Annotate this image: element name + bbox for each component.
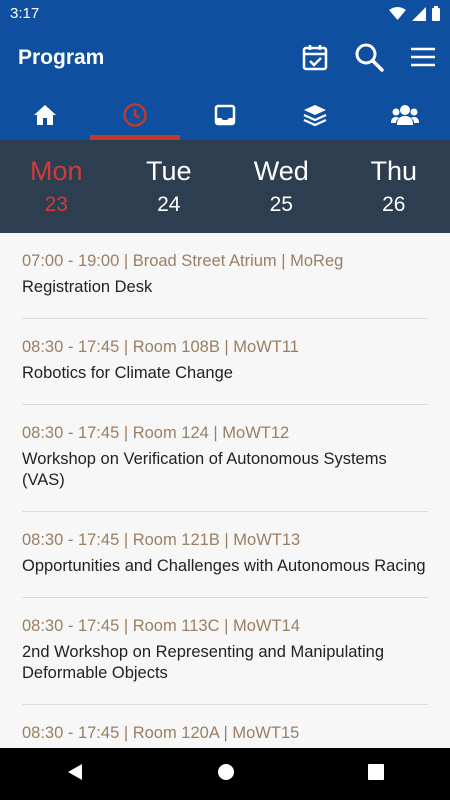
session-meta: 08:30 - 17:45 | Room 108B | MoWT11 bbox=[22, 338, 299, 356]
session-meta: 08:30 - 17:45 | Room 113C | MoWT14 bbox=[22, 617, 300, 635]
clock-icon bbox=[123, 103, 147, 127]
session-item[interactable]: 08:30 - 17:45 | Room 113C | MoWT14 2nd W… bbox=[22, 598, 428, 705]
session-title: Robotics for Climate Change bbox=[22, 364, 233, 382]
session-title: Workshop on Verification of Autonomous S… bbox=[22, 450, 387, 489]
battery-icon bbox=[432, 6, 440, 21]
session-meta: 08:30 - 17:45 | Room 120A | MoWT15 bbox=[22, 724, 300, 742]
session-meta: 08:30 - 17:45 | Room 121B | MoWT13 bbox=[22, 531, 301, 549]
session-title: 2nd Workshop on Representing and Manipul… bbox=[22, 643, 385, 682]
session-item[interactable]: 08:30 - 17:45 | Room 120A | MoWT15 bbox=[22, 705, 428, 748]
back-icon[interactable] bbox=[66, 763, 84, 786]
day-date: 26 bbox=[382, 193, 406, 216]
session-item[interactable]: 08:30 - 17:45 | Room 121B | MoWT13 Oppor… bbox=[22, 512, 428, 598]
app-bar: Program bbox=[0, 28, 450, 90]
wifi-icon bbox=[389, 6, 406, 20]
tab-inbox[interactable] bbox=[180, 90, 270, 140]
session-title: Opportunities and Challenges with Autono… bbox=[22, 557, 426, 575]
day-selector: Mon 23 Tue 24 Wed 25 Thu 26 bbox=[0, 140, 450, 233]
signal-icon bbox=[412, 6, 426, 21]
day-wed[interactable]: Wed 25 bbox=[225, 140, 338, 233]
day-mon[interactable]: Mon 23 bbox=[0, 140, 113, 233]
day-name: Wed bbox=[253, 156, 309, 186]
day-date: 24 bbox=[157, 193, 181, 216]
layers-icon bbox=[303, 105, 327, 127]
status-icons bbox=[389, 6, 440, 21]
day-name: Thu bbox=[370, 156, 418, 186]
system-nav-bar bbox=[0, 748, 450, 800]
session-item[interactable]: 07:00 - 19:00 | Broad Street Atrium | Mo… bbox=[22, 233, 428, 319]
session-item[interactable]: 08:30 - 17:45 | Room 108B | MoWT11 Robot… bbox=[22, 319, 428, 405]
session-list[interactable]: 07:00 - 19:00 | Broad Street Atrium | Mo… bbox=[0, 233, 450, 748]
tab-layers[interactable] bbox=[270, 90, 360, 140]
status-time: 3:17 bbox=[10, 5, 40, 22]
day-tue[interactable]: Tue 24 bbox=[113, 140, 226, 233]
tab-home[interactable] bbox=[0, 90, 90, 140]
menu-icon[interactable] bbox=[408, 42, 438, 72]
inbox-icon bbox=[214, 104, 236, 126]
recents-icon[interactable] bbox=[367, 763, 384, 785]
session-meta: 08:30 - 17:45 | Room 124 | MoWT12 bbox=[22, 424, 290, 442]
calendar-check-icon[interactable] bbox=[300, 42, 330, 72]
page-title: Program bbox=[18, 46, 105, 69]
day-name: Tue bbox=[145, 156, 192, 186]
status-bar: 3:17 bbox=[0, 0, 450, 28]
session-item[interactable]: 08:30 - 17:45 | Room 124 | MoWT12 Worksh… bbox=[22, 405, 428, 512]
day-thu[interactable]: Thu 26 bbox=[338, 140, 450, 233]
day-date: 25 bbox=[269, 193, 293, 216]
session-meta: 07:00 - 19:00 | Broad Street Atrium | Mo… bbox=[22, 252, 344, 270]
search-icon[interactable] bbox=[354, 42, 384, 72]
tab-schedule[interactable] bbox=[90, 90, 180, 140]
home-button-icon[interactable] bbox=[217, 763, 235, 786]
home-icon bbox=[34, 105, 56, 125]
day-name: Mon bbox=[29, 156, 83, 186]
tab-people[interactable] bbox=[360, 90, 450, 140]
people-icon bbox=[391, 105, 419, 125]
session-title: Registration Desk bbox=[22, 278, 153, 296]
tab-bar bbox=[0, 90, 450, 140]
day-date: 23 bbox=[44, 193, 68, 216]
